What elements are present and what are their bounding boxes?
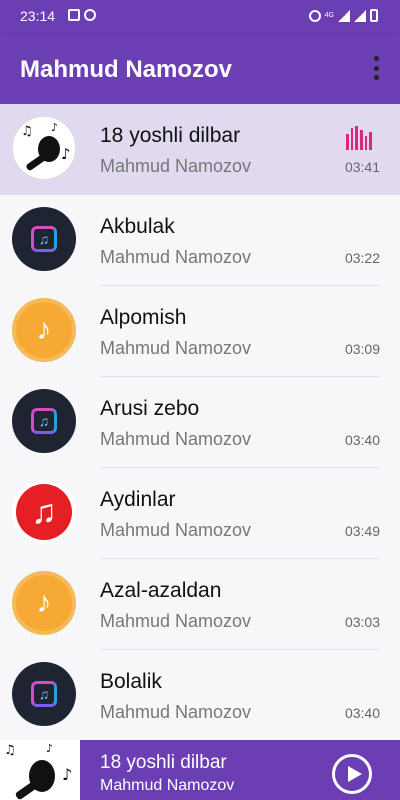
music-note-cover-icon: ♫	[12, 207, 76, 271]
svg-text:♪: ♪	[62, 765, 72, 784]
music-note-cover-icon: ♫	[12, 389, 76, 453]
red-music-note-icon: ♫	[12, 480, 76, 544]
sync-notification-icon	[84, 9, 96, 21]
song-title: Bolalik	[100, 670, 162, 693]
network-type-label: 4G	[324, 12, 334, 19]
song-artist: Mahmud Namozov	[100, 611, 252, 631]
song-duration: 03:22	[344, 250, 380, 266]
status-time: 23:14	[20, 8, 56, 24]
song-row[interactable]: ♫ Bolalik Mahmud Namozov 03:40	[0, 650, 400, 740]
now-playing-title: 18 yoshli dilbar	[100, 752, 227, 773]
song-title: Akbulak	[100, 215, 175, 238]
svg-text:♫: ♫	[4, 743, 16, 758]
song-artist: Mahmud Namozov	[100, 429, 252, 449]
microphone-cover-icon: ♫ ♪ ♪	[12, 116, 76, 180]
song-title: Azal-azaldan	[100, 579, 222, 602]
image-notification-icon	[68, 9, 80, 21]
status-bar: 23:14 4G	[0, 0, 400, 34]
svg-text:♪: ♪	[46, 742, 53, 755]
song-artist: Mahmud Namozov	[100, 247, 252, 267]
more-vert-icon[interactable]	[372, 56, 380, 80]
svg-text:♫: ♫	[21, 124, 33, 139]
song-row[interactable]: ♫ ♪ ♪ 18 yoshli dilbar Mahmud Namozov 03:41	[0, 104, 400, 195]
svg-text:♪: ♪	[61, 145, 71, 163]
song-row[interactable]: ♫ Aydinlar Mahmud Namozov 03:49	[0, 468, 400, 559]
song-row[interactable]: ♪ Azal-azaldan Mahmud Namozov 03:03	[0, 559, 400, 650]
song-duration: 03:40	[344, 705, 380, 721]
song-duration: 03:03	[344, 614, 380, 630]
song-artist: Mahmud Namozov	[100, 702, 252, 722]
song-duration: 03:40	[344, 432, 380, 448]
play-circle-icon[interactable]	[332, 754, 372, 794]
song-row[interactable]: ♫ Arusi zebo Mahmud Namozov 03:40	[0, 377, 400, 468]
song-artist: Mahmud Namozov	[100, 156, 252, 176]
svg-text:♪: ♪	[51, 121, 58, 134]
song-row[interactable]: ♪ Alpomish Mahmud Namozov 03:09	[0, 286, 400, 377]
song-title: Aydinlar	[100, 488, 176, 511]
song-artist: Mahmud Namozov	[100, 338, 252, 358]
app-title: Mahmud Namozov	[20, 56, 233, 83]
song-duration: 03:41	[344, 159, 380, 175]
now-playing-artist: Mahmud Namozov	[100, 777, 235, 794]
song-title: Arusi zebo	[100, 397, 200, 420]
now-playing-bar[interactable]: ♫ ♪ ♪ 18 yoshli dilbar Mahmud Namozov	[0, 740, 400, 800]
app-bar: Mahmud Namozov	[0, 34, 400, 104]
now-playing-cover: ♫ ♪ ♪	[0, 740, 80, 800]
battery-icon	[370, 9, 378, 22]
song-title: 18 yoshli dilbar	[100, 124, 241, 147]
music-note-cover-icon: ♫	[12, 662, 76, 726]
song-duration: 03:09	[344, 341, 380, 357]
signal-icon-2	[354, 9, 366, 22]
song-row[interactable]: ♫ Akbulak Mahmud Namozov 03:22	[0, 195, 400, 286]
song-duration: 03:49	[344, 523, 380, 539]
song-list[interactable]: ♫ ♪ ♪ 18 yoshli dilbar Mahmud Namozov 03:41 ♫ A…	[0, 104, 400, 740]
equalizer-icon	[346, 126, 373, 150]
signal-icon	[338, 9, 350, 22]
orange-music-note-icon: ♪	[12, 298, 76, 362]
orange-music-note-icon: ♪	[12, 571, 76, 635]
hotspot-icon	[308, 9, 321, 22]
song-title: Alpomish	[100, 306, 187, 329]
song-artist: Mahmud Namozov	[100, 520, 252, 540]
